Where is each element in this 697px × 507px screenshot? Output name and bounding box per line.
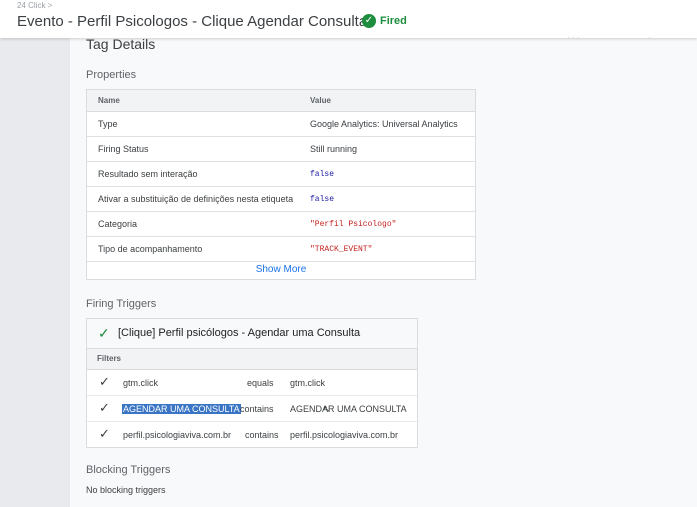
check-icon: ✓ xyxy=(99,400,110,415)
table-row: Resultado sem interação false xyxy=(87,162,475,187)
filter-operator: contains xyxy=(240,404,274,414)
faint-dots: · · · xyxy=(567,33,580,42)
status-badge: ✓ Fired xyxy=(362,14,407,28)
check-icon: ✓ xyxy=(99,374,110,389)
show-more-link[interactable]: Show More xyxy=(87,262,475,279)
property-name: Categoria xyxy=(98,219,138,229)
filters-header: Filters xyxy=(87,349,417,370)
status-label: Fired xyxy=(380,15,407,27)
property-value: "TRACK_EVENT" xyxy=(310,245,373,254)
blocking-triggers-heading: Blocking Triggers xyxy=(86,464,171,476)
filter-value: AGENDAR UMA CONSULTA xyxy=(290,404,407,414)
table-header: Name Value xyxy=(87,90,475,112)
property-value: Still running xyxy=(310,144,358,154)
table-row: Firing Status Still running xyxy=(87,137,475,162)
property-value: false xyxy=(310,170,335,179)
filter-row: ✓ perfil.psicologiaviva.com.br contains … xyxy=(87,422,417,447)
properties-heading: Properties xyxy=(86,69,137,81)
firing-triggers-heading: Firing Triggers xyxy=(86,298,157,310)
filter-operator: contains xyxy=(245,430,279,440)
faint-dots-2: · xyxy=(648,33,651,42)
property-name: Resultado sem interação xyxy=(98,169,198,179)
filter-operator: equals xyxy=(247,378,274,388)
trigger-name: [Clique] Perfil psicólogos - Agendar uma… xyxy=(118,327,361,339)
filter-variable-selected[interactable]: AGENDAR UMA CONSULTA xyxy=(122,404,241,414)
property-value: Google Analytics: Universal Analytics xyxy=(310,119,458,129)
property-name: Ativar a substituição de definições nest… xyxy=(98,194,294,204)
breadcrumb[interactable]: 24 Click > xyxy=(17,1,52,10)
property-name: Type xyxy=(98,119,118,129)
filter-value: perfil.psicologiaviva.com.br xyxy=(290,430,399,440)
filters-label: Filters xyxy=(97,354,122,363)
filter-row: ✓ AGENDAR UMA CONSULTA ↖ contains AGENDA… xyxy=(87,396,417,422)
filter-row: ✓ gtm.click equals gtm.click xyxy=(87,370,417,396)
filter-value: gtm.click xyxy=(290,378,326,388)
property-value: false xyxy=(310,195,335,204)
property-value: "Perfil Psicologo" xyxy=(310,220,397,229)
property-name: Tipo de acompanhamento xyxy=(98,244,203,254)
table-row: Type Google Analytics: Universal Analyti… xyxy=(87,112,475,137)
trigger-header[interactable]: ✓ [Clique] Perfil psicólogos - Agendar u… xyxy=(87,319,417,349)
table-row: Tipo de acompanhamento "TRACK_EVENT" xyxy=(87,237,475,262)
filter-variable: gtm.click xyxy=(123,378,159,388)
no-blocking-triggers-text: No blocking triggers xyxy=(86,485,166,495)
page-title: Evento - Perfil Psicologos - Clique Agen… xyxy=(17,13,368,30)
left-gutter xyxy=(0,0,70,507)
properties-table: Name Value Type Google Analytics: Univer… xyxy=(86,89,476,280)
firing-trigger-card: ✓ [Clique] Perfil psicólogos - Agendar u… xyxy=(86,318,418,448)
tag-header-bar: 24 Click > Evento - Perfil Psicologos - … xyxy=(0,0,697,42)
property-name: Firing Status xyxy=(98,144,149,154)
check-icon: ✓ xyxy=(99,426,110,441)
column-header-name: Name xyxy=(98,96,120,105)
tag-details-heading: Tag Details xyxy=(86,36,156,52)
check-circle-icon: ✓ xyxy=(362,14,376,28)
table-row: Categoria "Perfil Psicologo" xyxy=(87,212,475,237)
column-header-value: Value xyxy=(310,96,331,105)
check-icon: ✓ xyxy=(98,325,110,341)
table-row: Ativar a substituição de definições nest… xyxy=(87,187,475,212)
filter-variable: perfil.psicologiaviva.com.br xyxy=(123,430,232,440)
